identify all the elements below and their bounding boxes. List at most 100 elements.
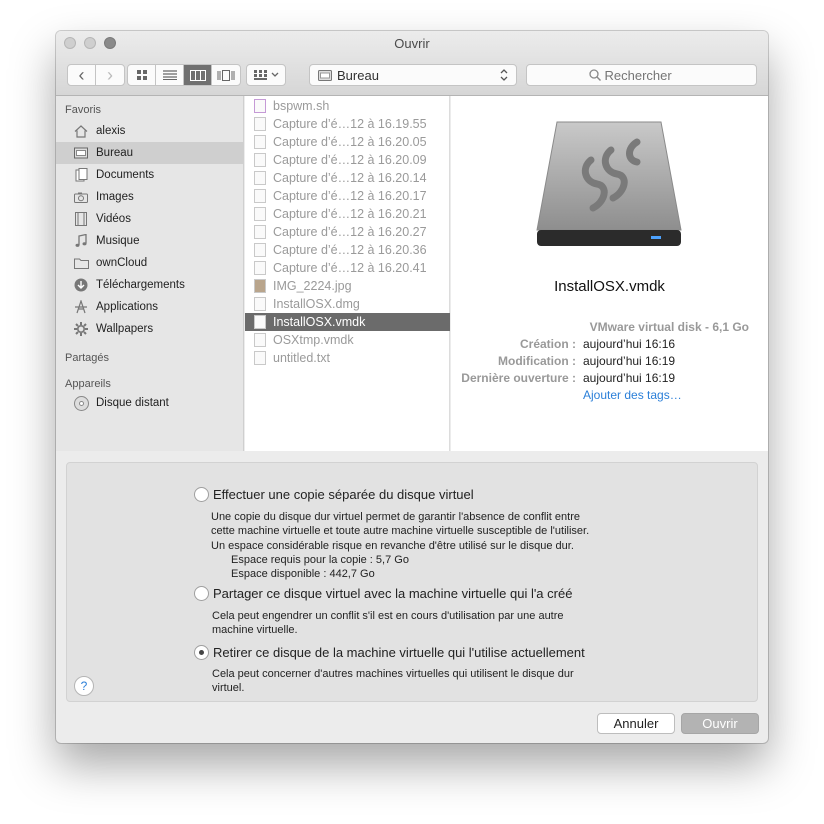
- file-row[interactable]: untitled.txt: [245, 349, 450, 367]
- view-list-button[interactable]: [156, 65, 184, 85]
- sidebar-item-owncloud[interactable]: ownCloud: [56, 252, 244, 274]
- sidebar-item-label: Applications: [96, 301, 159, 313]
- copy-required-space: Espace requis pour la copie : 5,7 Go: [231, 554, 409, 566]
- documents-icon: [73, 168, 89, 182]
- last-opened-label: Dernière ouverture :: [461, 371, 576, 385]
- option-copy-desc-3: Un espace considérable risque en revanch…: [211, 540, 574, 552]
- file-row[interactable]: Capture d’é…12 à 16.20.14: [245, 169, 450, 187]
- desktop-icon: [73, 146, 89, 160]
- home-icon: [73, 124, 89, 138]
- radio-share-disk[interactable]: [194, 586, 209, 601]
- modified-value: aujourd’hui 16:19: [583, 354, 676, 368]
- sidebar-item-documents[interactable]: Documents: [56, 164, 244, 186]
- search-field[interactable]: [526, 64, 757, 86]
- sidebar-header-devices: Appareils: [65, 378, 111, 390]
- option-share-desc-2: machine virtuelle.: [212, 624, 298, 636]
- file-row[interactable]: bspwm.sh: [245, 97, 450, 115]
- sidebar-item-bureau[interactable]: Bureau: [56, 142, 244, 164]
- grid-icon: [136, 70, 147, 80]
- sidebar-item-musique[interactable]: Musique: [56, 230, 244, 252]
- view-coverflow-button[interactable]: [212, 65, 240, 85]
- columns-icon: [189, 69, 206, 81]
- history-navigation: ‹ ›: [67, 64, 125, 86]
- sidebar-item-disque-distant[interactable]: Disque distant: [56, 392, 244, 414]
- arrange-button[interactable]: [246, 64, 286, 86]
- sidebar-item-label: Wallpapers: [96, 323, 154, 335]
- option-remove-title[interactable]: Retirer ce disque de la machine virtuell…: [213, 645, 585, 660]
- image-file-icon: [254, 153, 266, 167]
- sidebar-item-label: Images: [96, 191, 134, 203]
- file-name: Capture d’é…12 à 16.20.36: [273, 243, 427, 257]
- option-share-title[interactable]: Partager ce disque virtuel avec la machi…: [213, 586, 572, 601]
- file-row[interactable]: Capture d’é…12 à 16.20.21: [245, 205, 450, 223]
- camera-icon: [73, 190, 89, 204]
- view-icons-button[interactable]: [128, 65, 156, 85]
- add-tags-link[interactable]: Ajouter des tags…: [583, 388, 682, 402]
- folder-icon: [73, 256, 89, 270]
- script-file-icon: [254, 99, 266, 113]
- applications-icon: [73, 300, 89, 314]
- file-row[interactable]: Capture d’é…12 à 16.20.41: [245, 259, 450, 277]
- last-opened-value: aujourd’hui 16:19: [583, 371, 676, 385]
- file-row-selected[interactable]: InstallOSX.vmdk: [245, 313, 450, 331]
- file-row[interactable]: Capture d’é…12 à 16.20.36: [245, 241, 450, 259]
- open-button[interactable]: Ouvrir: [681, 713, 759, 734]
- file-name: Capture d’é…12 à 16.20.14: [273, 171, 427, 185]
- sidebar-item-videos[interactable]: Vidéos: [56, 208, 244, 230]
- file-row[interactable]: Capture d’é…12 à 16.20.05: [245, 133, 450, 151]
- option-copy-title[interactable]: Effectuer une copie séparée du disque vi…: [213, 487, 474, 502]
- file-list: bspwm.sh Capture d’é…12 à 16.19.55 Captu…: [245, 96, 450, 451]
- location-label: Bureau: [337, 67, 379, 83]
- option-copy-desc-1: Une copie du disque dur virtuel permet d…: [211, 511, 580, 523]
- file-name: Capture d’é…12 à 16.20.21: [273, 207, 427, 221]
- copy-available-space: Espace disponible : 442,7 Go: [231, 568, 375, 580]
- updown-chevron-icon: [500, 69, 508, 81]
- radio-copy-disk[interactable]: [194, 487, 209, 502]
- location-popup[interactable]: Bureau: [309, 64, 517, 86]
- file-name: Capture d’é…12 à 16.20.41: [273, 261, 427, 275]
- sidebar-item-alexis[interactable]: alexis: [56, 120, 244, 142]
- preview-file-kind: VMware virtual disk - 6,1 Go: [589, 320, 749, 334]
- sidebar-item-wallpapers[interactable]: Wallpapers: [56, 318, 244, 340]
- file-row[interactable]: Capture d’é…12 à 16.19.55: [245, 115, 450, 133]
- created-value: aujourd’hui 16:16: [583, 337, 676, 351]
- sidebar-item-label: ownCloud: [96, 257, 148, 269]
- file-row[interactable]: Capture d’é…12 à 16.20.27: [245, 223, 450, 241]
- question-mark-icon: ?: [80, 679, 88, 693]
- chevron-down-icon: [271, 72, 278, 77]
- file-row[interactable]: Capture d’é…12 à 16.20.17: [245, 187, 450, 205]
- sidebar-item-applications[interactable]: Applications: [56, 296, 244, 318]
- list-icon: [162, 70, 177, 80]
- arrange-grid-icon: [253, 69, 267, 80]
- file-name: InstallOSX.vmdk: [273, 315, 366, 329]
- sidebar-item-label: Vidéos: [96, 213, 131, 225]
- image-file-icon: [254, 225, 266, 239]
- gear-icon: [73, 322, 89, 336]
- file-name: Capture d’é…12 à 16.20.05: [273, 135, 427, 149]
- music-icon: [73, 234, 89, 248]
- window-title: Ouvrir: [394, 36, 430, 51]
- help-button[interactable]: ?: [74, 676, 94, 696]
- image-file-icon: [254, 261, 266, 275]
- chevron-right-icon: ›: [107, 65, 113, 85]
- file-name: OSXtmp.vmdk: [273, 333, 354, 347]
- forward-button[interactable]: ›: [96, 65, 124, 85]
- file-row[interactable]: Capture d’é…12 à 16.20.09: [245, 151, 450, 169]
- file-name: Capture d’é…12 à 16.20.17: [273, 189, 427, 203]
- file-row[interactable]: InstallOSX.dmg: [245, 295, 450, 313]
- view-columns-button[interactable]: [184, 65, 212, 85]
- radio-remove-disk[interactable]: [194, 645, 209, 660]
- cancel-button[interactable]: Annuler: [597, 713, 675, 734]
- search-input[interactable]: [604, 67, 695, 83]
- file-row[interactable]: OSXtmp.vmdk: [245, 331, 450, 349]
- option-remove-desc-2: virtuel.: [212, 682, 245, 694]
- file-row[interactable]: IMG_2224.jpg: [245, 277, 450, 295]
- image-file-icon: [254, 243, 266, 257]
- sidebar-item-images[interactable]: Images: [56, 186, 244, 208]
- sidebar-item-label: Musique: [96, 235, 140, 247]
- preview-pane: InstallOSX.vmdk VMware virtual disk - 6,…: [451, 96, 768, 451]
- titlebar: Ouvrir ‹ › Bureau Rechercher: [56, 31, 768, 96]
- sidebar-item-telechargements[interactable]: Téléchargements: [56, 274, 244, 296]
- back-button[interactable]: ‹: [68, 65, 96, 85]
- open-dialog-window: Ouvrir ‹ › Bureau Rechercher Favoris ale…: [56, 31, 768, 743]
